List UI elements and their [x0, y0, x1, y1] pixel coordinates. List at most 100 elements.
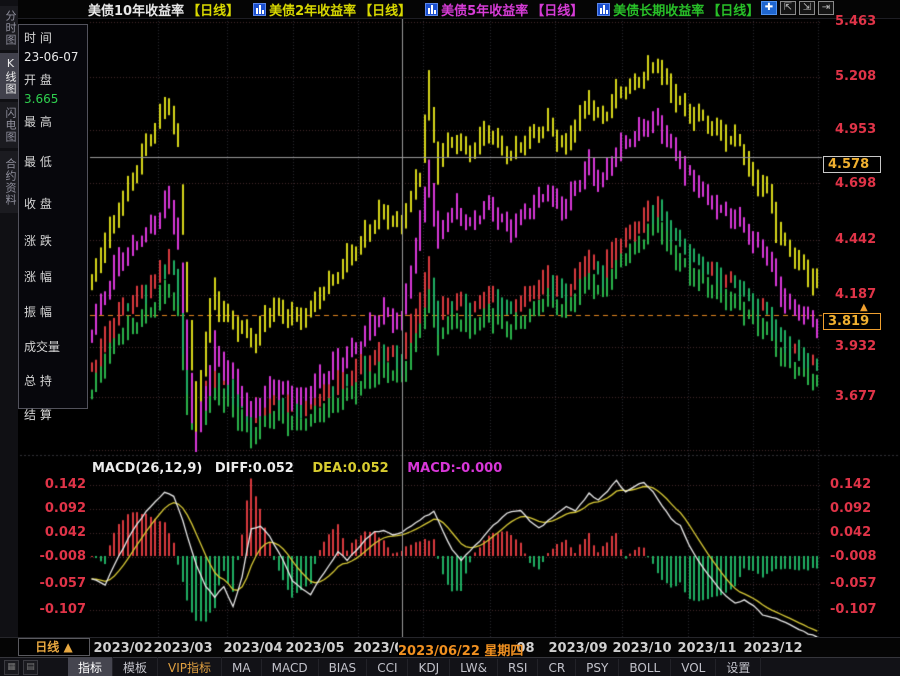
- crosshair-price-readout: 4.578: [823, 156, 881, 173]
- crosshair-date-readout: 2023/06/22 星期四: [398, 640, 516, 656]
- zoom-in-axis-icon[interactable]: ⇱: [780, 1, 796, 15]
- macd-tick: -0.107: [830, 602, 877, 617]
- indicator-toolbar: ▦ ▤ 指标 模板 VIP指标 MA MACD BIAS CCI KDJ LW&…: [0, 657, 900, 676]
- tab-kdj[interactable]: KDJ: [408, 659, 450, 676]
- tab-cci[interactable]: CCI: [367, 659, 408, 676]
- date-label: 2023/02: [93, 641, 152, 656]
- date-label: 2023/04: [223, 641, 282, 656]
- macd-tick: 0.042: [45, 525, 86, 540]
- pan-right-icon[interactable]: ⇥: [818, 1, 834, 15]
- y-tick: 4.442: [835, 232, 876, 247]
- series-title-10y[interactable]: 美债10年收益率【日线】: [88, 0, 239, 19]
- macd-tick: -0.107: [39, 602, 86, 617]
- macd-tick: 0.092: [830, 501, 871, 516]
- left-tab-strip: 分时图 K线图 闪电图 合约资料: [0, 0, 18, 657]
- field-open-interest-label: 总 持: [24, 372, 52, 389]
- macd-tick: 0.092: [45, 501, 86, 516]
- field-open-value: 3.665: [24, 92, 58, 106]
- mini-chart-icon: [597, 3, 610, 16]
- list-layout-icon[interactable]: ▤: [23, 660, 38, 675]
- y-tick: 5.208: [835, 69, 876, 84]
- macd-diff-value: DIFF:0.052: [215, 461, 294, 476]
- field-change-label: 涨 跌: [24, 232, 52, 249]
- y-tick: 4.953: [835, 122, 876, 137]
- zoom-out-axis-icon[interactable]: ⇲: [799, 1, 815, 15]
- quote-info-panel: 时 间 23-06-07 开 盘 3.665 最 高 最 低 收 盘 涨 跌 涨…: [18, 24, 88, 409]
- y-tick: 3.932: [835, 339, 876, 354]
- field-amplitude-label: 振 幅: [24, 303, 52, 320]
- y-tick: 4.187: [835, 287, 876, 302]
- tab-vol[interactable]: VOL: [671, 659, 716, 676]
- macd-tick: -0.057: [830, 576, 877, 591]
- tab-psy[interactable]: PSY: [576, 659, 619, 676]
- last-price-readout: 3.819: [823, 313, 881, 330]
- tab-time-chart[interactable]: 分时图: [0, 6, 18, 50]
- field-settlement-label: 结 算: [24, 406, 52, 423]
- macd-macd-value: MACD:-0.000: [407, 461, 502, 476]
- series-title-long-label: 美债长期收益率: [613, 0, 704, 19]
- tab-cr[interactable]: CR: [538, 659, 576, 676]
- date-axis: 2023/02 2023/03 2023/04 2023/05 2023/06 …: [0, 637, 900, 658]
- tab-lightning-chart[interactable]: 闪电图: [0, 102, 18, 148]
- date-label: 2023/05: [285, 641, 344, 656]
- tab-contract-info[interactable]: 合约资料: [0, 151, 18, 213]
- field-time-value: 23-06-07: [24, 50, 78, 64]
- tab-macd[interactable]: MACD: [262, 659, 319, 676]
- tab-vip-indicator[interactable]: VIP指标: [158, 657, 222, 676]
- y-tick: 4.698: [835, 176, 876, 191]
- field-open-label: 开 盘: [24, 71, 52, 88]
- tab-indicator[interactable]: 指标: [68, 657, 113, 676]
- y-tick: 3.677: [835, 389, 876, 404]
- y-tick: 5.463: [835, 14, 876, 29]
- macd-dea-value: DEA:0.052: [312, 461, 388, 476]
- date-label: 2023/12: [743, 641, 802, 656]
- tab-rsi[interactable]: RSI: [498, 659, 539, 676]
- macd-tick: 0.142: [830, 477, 871, 492]
- date-label: 2023/11: [677, 641, 736, 656]
- field-high-label: 最 高: [24, 113, 52, 130]
- series-title-5y-label: 美债5年收益率: [441, 0, 528, 19]
- macd-tick: 0.042: [830, 525, 871, 540]
- grid-layout-icon[interactable]: ▦: [4, 660, 19, 675]
- chart-tool-icons: ✚ ⇱ ⇲ ⇥: [761, 1, 834, 15]
- crosshair-icon[interactable]: ✚: [761, 1, 777, 15]
- tab-lw[interactable]: LW&: [450, 659, 498, 676]
- macd-tick: -0.057: [39, 576, 86, 591]
- date-label: 2023/10: [612, 641, 671, 656]
- mini-chart-icon: [425, 3, 438, 16]
- macd-tick: 0.142: [45, 477, 86, 492]
- field-low-label: 最 低: [24, 153, 52, 170]
- tab-boll[interactable]: BOLL: [619, 659, 671, 676]
- series-title-long[interactable]: 美债长期收益率【日线】: [597, 0, 759, 19]
- series-title-10y-period: 【日线】: [187, 0, 239, 19]
- field-change-pct-label: 涨 幅: [24, 268, 52, 285]
- series-title-5y[interactable]: 美债5年收益率【日线】: [425, 0, 583, 19]
- date-label: 2023/09: [548, 641, 607, 656]
- series-title-5y-period: 【日线】: [531, 0, 583, 19]
- trading-app-window: 美债10年收益率【日线】 美债2年收益率【日线】 美债5年收益率【日线】 美债长…: [0, 0, 900, 676]
- mini-chart-icon: [253, 3, 266, 16]
- field-close-label: 收 盘: [24, 195, 52, 212]
- macd-tick: -0.008: [830, 549, 877, 564]
- tab-kline-chart[interactable]: K线图: [0, 53, 18, 99]
- period-selector-button[interactable]: 日线 ▲: [18, 638, 90, 656]
- series-title-2y[interactable]: 美债2年收益率【日线】: [253, 0, 411, 19]
- series-title-list: 美债10年收益率【日线】 美债2年收益率【日线】 美债5年收益率【日线】 美债长…: [88, 0, 767, 19]
- date-label: 2023/03: [153, 641, 212, 656]
- tab-template[interactable]: 模板: [113, 657, 158, 676]
- price-macd-chart-canvas[interactable]: [0, 0, 900, 676]
- macd-header: MACD(26,12,9) DIFF:0.052 DEA:0.052 MACD:…: [92, 461, 502, 476]
- series-title-2y-label: 美债2年收益率: [269, 0, 356, 19]
- tab-settings[interactable]: 设置: [716, 657, 761, 676]
- tab-bias[interactable]: BIAS: [319, 659, 368, 676]
- series-title-10y-label: 美债10年收益率: [88, 0, 184, 19]
- macd-tick: -0.008: [39, 549, 86, 564]
- series-title-long-period: 【日线】: [707, 0, 759, 19]
- top-bar: 美债10年收益率【日线】 美债2年收益率【日线】 美债5年收益率【日线】 美债长…: [0, 0, 900, 19]
- tab-ma[interactable]: MA: [222, 659, 262, 676]
- field-time-label: 时 间: [24, 29, 52, 46]
- price-up-arrow-icon: ▲: [860, 302, 868, 313]
- series-title-2y-period: 【日线】: [359, 0, 411, 19]
- field-volume-label: 成交量: [24, 338, 60, 355]
- macd-title[interactable]: MACD(26,12,9): [92, 461, 202, 476]
